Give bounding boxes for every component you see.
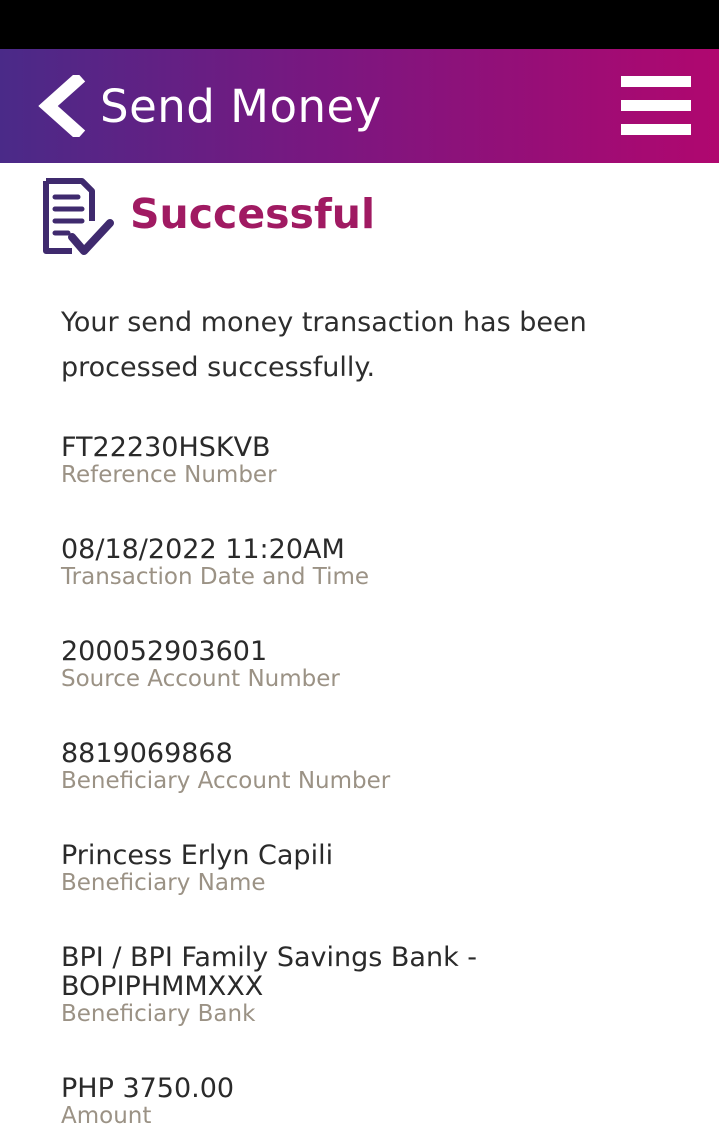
app-header: Send Money xyxy=(0,49,719,163)
source-account-value: 200052903601 xyxy=(61,636,268,667)
beneficiary-account-label: Beneficiary Account Number xyxy=(61,768,391,794)
transaction-datetime-field: 08/18/2022 11:20AM Transaction Date and … xyxy=(61,535,679,591)
hamburger-menu-line xyxy=(621,100,691,111)
beneficiary-bank-value: BPI / BPI Family Savings Bank - BOPIPHMM… xyxy=(61,942,478,1002)
chevron-left-icon xyxy=(38,71,86,141)
beneficiary-name-label: Beneficiary Name xyxy=(61,870,266,896)
beneficiary-bank-field: BPI / BPI Family Savings Bank - BOPIPHMM… xyxy=(61,943,679,1028)
transaction-datetime-label: Transaction Date and Time xyxy=(61,564,370,590)
hamburger-menu-icon xyxy=(621,76,691,87)
reference-number-field: FT22230HSKVB Reference Number xyxy=(61,433,679,489)
beneficiary-name-value: Princess Erlyn Capili xyxy=(61,840,334,871)
success-message: Your send money transaction has been pro… xyxy=(61,307,587,383)
reference-number-label: Reference Number xyxy=(61,462,277,488)
menu-button[interactable] xyxy=(621,74,691,135)
system-status-bar xyxy=(0,0,719,49)
beneficiary-name-field: Princess Erlyn Capili Beneficiary Name xyxy=(61,841,679,897)
back-button[interactable] xyxy=(36,71,86,141)
transaction-datetime-value: 08/18/2022 11:20AM xyxy=(61,534,345,565)
source-account-label: Source Account Number xyxy=(61,666,340,692)
amount-label: Amount xyxy=(61,1103,152,1129)
amount-value: PHP 3750.00 xyxy=(61,1073,235,1104)
reference-number-value: FT22230HSKVB xyxy=(61,432,271,463)
success-title: Successful xyxy=(130,190,376,238)
beneficiary-account-field: 8819069868 Beneficiary Account Number xyxy=(61,739,679,795)
source-account-field: 200052903601 Source Account Number xyxy=(61,637,679,693)
transaction-details: Your send money transaction has been pro… xyxy=(0,300,719,1130)
status-heading: Successful xyxy=(0,163,719,283)
amount-field: PHP 3750.00 Amount xyxy=(61,1074,679,1130)
beneficiary-account-value: 8819069868 xyxy=(61,738,233,769)
receipt-check-icon xyxy=(43,178,114,255)
page-title: Send Money xyxy=(100,80,382,133)
beneficiary-bank-label: Beneficiary Bank xyxy=(61,1001,256,1027)
hamburger-menu-line xyxy=(621,124,691,135)
